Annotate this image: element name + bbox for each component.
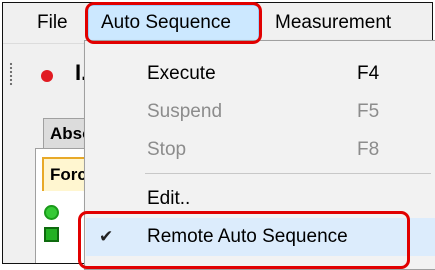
menu-item-edit[interactable]: Edit.. xyxy=(86,180,435,218)
menu-item-label: Execute xyxy=(147,63,216,84)
toolbar-grip[interactable] xyxy=(9,62,13,86)
menu-item-label: Stop xyxy=(147,139,187,160)
auto-sequence-dropdown: Execute F4 Suspend F5 Stop F8 Edit.. ✔ R… xyxy=(84,40,435,270)
green-circle-icon xyxy=(44,205,59,220)
green-square-icon xyxy=(44,227,59,242)
menu-file[interactable]: File xyxy=(37,3,68,43)
menu-auto-sequence[interactable]: Auto Sequence xyxy=(88,5,259,41)
menu-measurement[interactable]: Measurement xyxy=(275,3,391,43)
menu-item-suspend[interactable]: Suspend F5 xyxy=(86,93,435,131)
menu-item-stop[interactable]: Stop F8 xyxy=(86,131,435,169)
record-icon[interactable] xyxy=(41,70,53,82)
menu-item-shortcut: F8 xyxy=(357,139,380,160)
menu-item-shortcut: F4 xyxy=(357,63,380,84)
menu-item-label: Edit.. xyxy=(147,188,191,209)
menu-item-execute[interactable]: Execute F4 xyxy=(86,55,435,93)
menu-item-remote-auto-sequence[interactable]: ✔ Remote Auto Sequence xyxy=(86,218,435,256)
menu-separator xyxy=(145,173,431,174)
menu-bar: File Auto Sequence Measurement xyxy=(3,3,432,44)
menu-item-label: Remote Auto Sequence xyxy=(147,226,348,247)
checkmark-icon: ✔ xyxy=(99,227,114,246)
menu-item-label: Suspend xyxy=(147,101,223,122)
menu-item-shortcut: F5 xyxy=(357,101,380,122)
